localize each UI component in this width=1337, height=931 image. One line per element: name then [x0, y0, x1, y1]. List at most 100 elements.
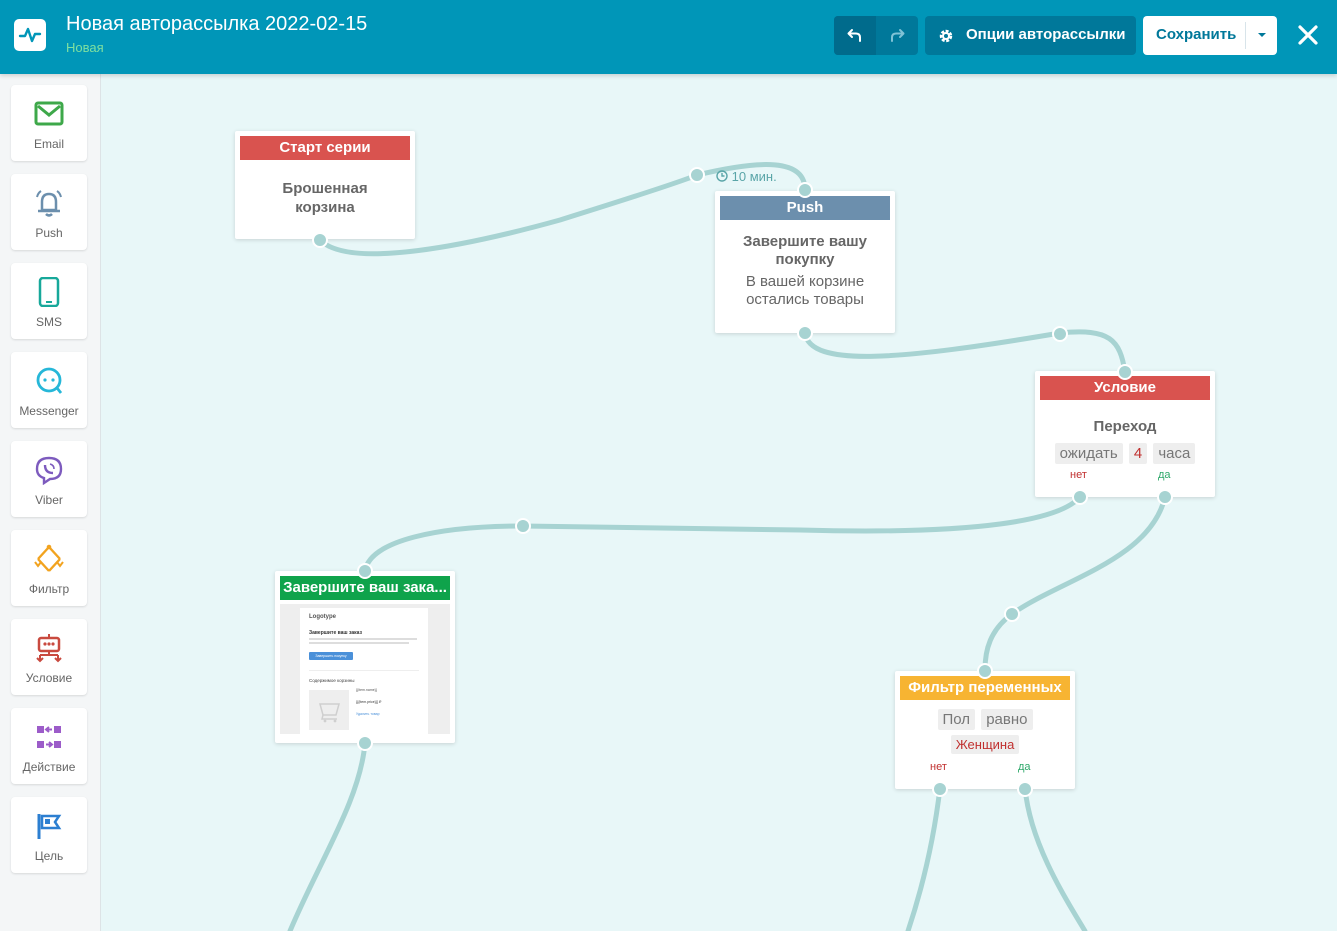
tool-email[interactable]: Email — [11, 85, 87, 161]
node-push[interactable]: Push Завершите вашу покупку В вашей корз… — [715, 191, 895, 333]
wire-condition-no — [362, 494, 1083, 574]
wire-filter-yes — [1022, 785, 1088, 931]
viber-icon — [35, 456, 63, 485]
email-preview-body: Logotype Завершите ваш заказ Завершить п… — [300, 608, 428, 734]
tool-label: Фильтр — [28, 582, 70, 596]
save-label: Сохранить — [1156, 26, 1237, 43]
delay-text: 10 мин. — [731, 169, 777, 184]
chat-icon — [36, 367, 63, 394]
node-header: Push — [720, 196, 890, 220]
node-filter[interactable]: Фильтр переменных Пол равно Женщина нет … — [895, 671, 1075, 789]
history-buttons — [834, 16, 918, 55]
status-label: Новая — [66, 40, 104, 55]
redo-icon — [891, 29, 905, 42]
tool-push[interactable]: Push — [11, 174, 87, 250]
preview-divider — [309, 670, 419, 671]
tool-label: Цель — [34, 849, 64, 863]
redo-button[interactable] — [876, 16, 918, 55]
delay-label[interactable]: 10 мин. — [716, 169, 777, 184]
caret-down-icon — [1258, 33, 1266, 37]
save-dropdown-button[interactable] — [1246, 16, 1277, 55]
gear-icon — [939, 29, 953, 43]
save-button[interactable]: Сохранить — [1143, 16, 1245, 55]
workflow-canvas[interactable]: 10 мин. Старт серии Брошенная корзина Pu… — [101, 74, 1337, 931]
node-condition[interactable]: Условие Переход ожидать 4 часа нет да — [1035, 371, 1215, 497]
phone-icon — [38, 277, 60, 307]
envelope-icon — [34, 101, 64, 126]
undo-icon — [847, 29, 861, 42]
action-icon — [37, 726, 61, 748]
preview-item-price: {{{item.price}}} ₽ — [356, 700, 382, 704]
node-start[interactable]: Старт серии Брошенная корзина — [235, 131, 415, 239]
tool-messenger[interactable]: Messenger — [11, 352, 87, 428]
tool-viber[interactable]: Viber — [11, 441, 87, 517]
options-button[interactable]: Опции авторассылки — [925, 16, 1136, 55]
bell-icon — [36, 190, 62, 217]
page-title: Новая авторассылка 2022-02-15 — [66, 13, 368, 35]
node-header: Фильтр переменных — [900, 676, 1070, 700]
tool-label: SMS — [35, 315, 62, 329]
preview-text-line — [309, 642, 409, 644]
tool-label: Условие — [25, 671, 73, 685]
branch-no-label: нет — [1070, 469, 1087, 481]
node-title-line: покупку — [775, 251, 835, 268]
param-chip: Пол — [937, 709, 976, 730]
robot-icon — [36, 634, 62, 663]
condition-params: ожидать 4 часа — [1035, 443, 1215, 464]
node-title-line: Брошенная — [282, 180, 368, 197]
tool-label: Viber — [35, 493, 63, 507]
close-icon — [1298, 25, 1318, 45]
param-chip: Женщина — [950, 735, 1020, 754]
tool-goal[interactable]: Цель — [11, 797, 87, 873]
undo-button[interactable] — [834, 16, 876, 55]
node-title-line: Завершите вашу — [742, 233, 868, 250]
tool-condition[interactable]: Условие — [11, 619, 87, 695]
preview-button: Завершить покупку — [309, 652, 353, 660]
wire-handle — [1004, 606, 1020, 622]
filter-icon — [34, 544, 64, 572]
save-button-group: Сохранить — [1143, 16, 1277, 55]
node-email[interactable]: Завершите ваш зака... Logotype Завершите… — [275, 571, 455, 743]
param-chip: ожидать — [1054, 443, 1123, 464]
cart-icon — [309, 690, 349, 730]
wire-handle — [689, 167, 705, 183]
preview-logo: Logotype — [309, 614, 336, 620]
wire-push-condition — [802, 329, 1128, 375]
node-body-line: остались товары — [746, 291, 864, 308]
preview-link: Удалить товар — [356, 712, 380, 716]
wire-handle — [1052, 326, 1068, 342]
branch-yes-label: да — [1158, 469, 1171, 481]
node-header: Старт серии — [240, 136, 410, 160]
preview-cart-title: Содержимое корзины — [309, 678, 355, 683]
wire-handle — [515, 518, 531, 534]
node-header: Завершите ваш зака... — [280, 576, 450, 600]
node-header: Условие — [1040, 376, 1210, 400]
pulse-icon — [18, 27, 42, 43]
tool-action[interactable]: Действие — [11, 708, 87, 784]
options-label: Опции авторассылки — [966, 26, 1126, 43]
close-button[interactable] — [1297, 24, 1319, 46]
tool-sidebar: Email Push SMS Messenger Viber Фильтр Ус… — [0, 74, 101, 931]
param-chip: 4 — [1128, 443, 1148, 464]
wire-email-out — [287, 740, 368, 931]
node-body-line: В вашей корзине — [745, 273, 865, 290]
preview-heading: Завершите ваш заказ — [309, 630, 362, 636]
wire-filter-no — [905, 785, 943, 931]
flag-icon — [37, 814, 62, 839]
tool-label: Messenger — [19, 404, 79, 418]
param-chip: часа — [1153, 443, 1196, 464]
top-bar: Новая авторассылка 2022-02-15 Новая Опци… — [0, 0, 1337, 74]
preview-item-name: {{item.name}} — [356, 688, 378, 692]
param-chip: равно — [981, 709, 1033, 730]
email-preview: Logotype Завершите ваш заказ Завершить п… — [280, 604, 450, 734]
preview-text-line — [309, 638, 417, 640]
tool-label: Email — [33, 137, 64, 151]
tool-filter[interactable]: Фильтр — [11, 530, 87, 606]
node-title-line: корзина — [295, 199, 355, 216]
node-title: Переход — [1093, 418, 1157, 435]
tool-sms[interactable]: SMS — [11, 263, 87, 339]
branch-yes-label: да — [1018, 761, 1031, 773]
filter-value-row: Женщина — [895, 735, 1075, 754]
app-logo[interactable] — [14, 19, 46, 51]
filter-params: Пол равно — [895, 709, 1075, 730]
